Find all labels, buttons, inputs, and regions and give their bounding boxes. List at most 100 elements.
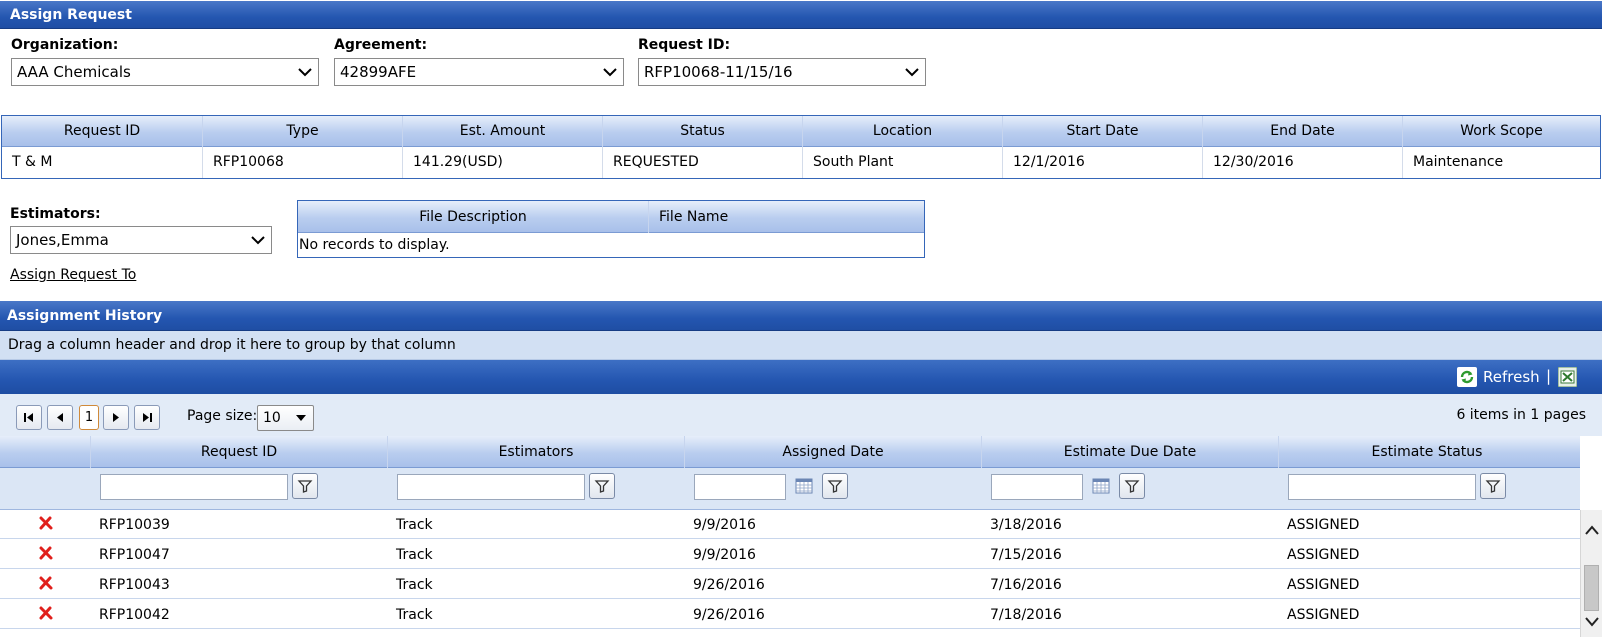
delete-icon[interactable]: [38, 605, 54, 621]
estimators-cell: Track: [396, 607, 433, 623]
delete-icon[interactable]: [38, 575, 54, 591]
assigned-date-cell: 9/26/2016: [693, 607, 765, 623]
assign-request-to-link[interactable]: Assign Request To: [10, 267, 136, 283]
assignment-history-header: Assignment History: [0, 301, 1602, 331]
table-row: RFP10039 Track 9/9/2016 3/18/2016 ASSIGN…: [0, 510, 1580, 539]
filter-input[interactable]: [100, 474, 288, 500]
column-header[interactable]: Request ID: [2, 116, 203, 147]
page-size-select[interactable]: 10: [257, 405, 314, 431]
estimators-cell: Track: [396, 517, 433, 533]
assigned-date-cell: 9/9/2016: [693, 517, 756, 533]
refresh-label: Refresh: [1483, 368, 1540, 386]
estimators-cell: Track: [396, 577, 433, 593]
export-excel-icon[interactable]: [1558, 367, 1577, 387]
toolbar-separator: |: [1546, 367, 1552, 385]
request-id-cell: RFP10047: [99, 547, 170, 563]
grid-cell: 12/1/2016: [1003, 147, 1203, 178]
vertical-scrollbar[interactable]: [1580, 510, 1602, 637]
column-header[interactable]: Type: [203, 116, 403, 147]
prev-page-icon: [57, 413, 63, 422]
grid-cell: REQUESTED: [603, 147, 803, 178]
column-header[interactable]: Request ID: [90, 436, 387, 468]
grid-cell: 12/30/2016: [1203, 147, 1403, 178]
column-header[interactable]: Estimate Status: [1278, 436, 1575, 468]
column-header[interactable]: File Description: [298, 201, 649, 233]
column-header[interactable]: End Date: [1203, 116, 1403, 147]
request-grid-header: Request ID Type Est. Amount Status Locat…: [2, 116, 1600, 147]
calendar-icon[interactable]: [795, 477, 813, 495]
request-id-cell: RFP10042: [99, 607, 170, 623]
table-row: RFP10043 Track 9/26/2016 7/16/2016 ASSIG…: [0, 570, 1580, 599]
column-header[interactable]: Work Scope: [1403, 116, 1600, 147]
organization-value: AAA Chemicals: [17, 63, 131, 81]
column-header[interactable]: Start Date: [1003, 116, 1203, 147]
calendar-icon[interactable]: [1092, 477, 1110, 495]
filter-input[interactable]: [397, 474, 585, 500]
scroll-thumb[interactable]: [1584, 565, 1599, 611]
due-date-cell: 7/15/2016: [990, 547, 1062, 563]
first-page-button[interactable]: [16, 405, 42, 430]
agreement-select[interactable]: 42899AFE: [334, 58, 624, 86]
dropdown-arrow-icon: [296, 415, 306, 421]
delete-icon[interactable]: [38, 515, 54, 531]
request-id-label: Request ID:: [638, 37, 731, 53]
column-header[interactable]: Status: [603, 116, 803, 147]
column-header[interactable]: Assigned Date: [684, 436, 981, 468]
status-cell: ASSIGNED: [1287, 607, 1360, 623]
pager: 1 Page size: 10 6 items in 1 pages: [0, 394, 1602, 436]
assign-request-header: Assign Request: [0, 1, 1602, 29]
grid-cell: 141.29(USD): [403, 147, 603, 178]
filter-icon: [594, 480, 610, 493]
scroll-up-icon[interactable]: [1585, 525, 1599, 535]
filter-input[interactable]: [1288, 474, 1476, 500]
page-size-value: 10: [263, 410, 281, 426]
due-date-cell: 3/18/2016: [990, 517, 1062, 533]
refresh-icon: [1457, 367, 1477, 387]
column-header[interactable]: Estimate Due Date: [981, 436, 1278, 468]
estimators-select[interactable]: Jones,Emma: [10, 226, 272, 254]
empty-message: No records to display.: [299, 237, 450, 253]
column-header[interactable]: Location: [803, 116, 1003, 147]
assigned-date-cell: 9/26/2016: [693, 577, 765, 593]
date-filter-input[interactable]: [991, 474, 1083, 500]
filter-button[interactable]: [1119, 473, 1145, 499]
group-by-panel[interactable]: Drag a column header and drop it here to…: [0, 331, 1602, 360]
column-header[interactable]: Est. Amount: [403, 116, 603, 147]
request-details-grid: Request ID Type Est. Amount Status Locat…: [1, 115, 1601, 179]
filter-button[interactable]: [1480, 473, 1506, 499]
file-grid-header: File Description File Name: [298, 201, 924, 233]
items-summary: 6 items in 1 pages: [1456, 407, 1586, 423]
status-cell: ASSIGNED: [1287, 517, 1360, 533]
history-grid-header: Request ID Estimators Assigned Date Esti…: [0, 436, 1580, 468]
agreement-value: 42899AFE: [340, 63, 417, 81]
organization-label: Organization:: [11, 37, 119, 53]
assigned-date-cell: 9/9/2016: [693, 547, 756, 563]
status-cell: ASSIGNED: [1287, 547, 1360, 563]
request-id-cell: RFP10043: [99, 577, 170, 593]
scroll-down-icon[interactable]: [1585, 617, 1599, 627]
delete-icon[interactable]: [38, 545, 54, 561]
agreement-label: Agreement:: [334, 37, 428, 53]
date-filter-input[interactable]: [694, 474, 786, 500]
request-id-cell: RFP10039: [99, 517, 170, 533]
filter-button[interactable]: [292, 473, 318, 499]
filter-icon: [297, 480, 313, 493]
next-page-button[interactable]: [103, 405, 129, 430]
filter-button[interactable]: [589, 473, 615, 499]
grid-cell: South Plant: [803, 147, 1003, 178]
filter-icon: [1485, 480, 1501, 493]
column-header[interactable]: File Name: [659, 201, 919, 233]
column-header[interactable]: Estimators: [387, 436, 684, 468]
request-id-value: RFP10068-11/15/16: [644, 63, 793, 81]
organization-select[interactable]: AAA Chemicals: [11, 58, 319, 86]
last-page-button[interactable]: [134, 405, 160, 430]
filter-row: [0, 468, 1580, 510]
command-bar: Refresh |: [0, 360, 1602, 394]
page-number-button[interactable]: 1: [79, 405, 99, 430]
page-size-label: Page size:: [187, 408, 258, 424]
filter-button[interactable]: [822, 473, 848, 499]
prev-page-button[interactable]: [47, 405, 73, 430]
request-id-select[interactable]: RFP10068-11/15/16: [638, 58, 926, 86]
estimators-cell: Track: [396, 547, 433, 563]
refresh-button[interactable]: Refresh: [1457, 366, 1540, 388]
